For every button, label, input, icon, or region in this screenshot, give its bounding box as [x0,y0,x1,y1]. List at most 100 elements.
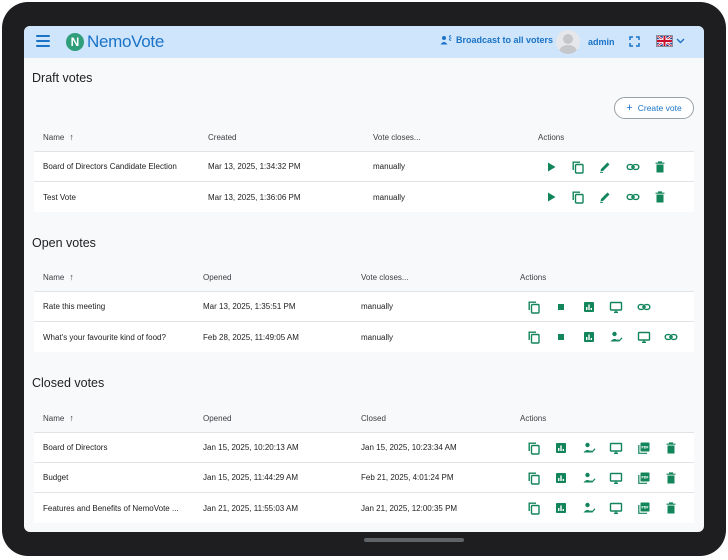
delete-icon[interactable] [653,160,667,174]
vote-closes: manually [361,332,394,342]
menu-icon[interactable] [36,35,50,49]
voter-check-icon[interactable] [582,441,596,455]
sort-arrow-up-icon[interactable]: ↑ [69,272,74,282]
vote-opened: Jan 21, 2025, 11:55:03 AM [203,503,299,513]
delete-icon[interactable] [664,501,678,515]
column-header-opened: Opened [203,413,232,423]
fullscreen-icon[interactable] [629,36,640,47]
link-icon[interactable] [664,330,678,344]
top-app-bar: N NemoVote Broadcast to all voters admin [24,26,704,58]
chevron-down-icon [676,38,685,44]
column-header-actions: Actions [520,413,547,423]
play-icon[interactable] [544,190,558,204]
copy-icon[interactable] [527,501,541,515]
table-row: Test Vote Mar 13, 2025, 1:36:06 PM manua… [34,182,694,212]
vote-closes: manually [373,192,406,202]
draft-votes-title: Draft votes [32,71,93,85]
uk-flag-icon [656,35,673,47]
column-header-actions: Actions [538,132,565,142]
vote-opened: Jan 15, 2025, 10:20:13 AM [203,443,299,452]
bar-chart-icon[interactable] [554,441,568,455]
link-icon[interactable] [626,160,640,174]
avatar[interactable] [556,30,580,54]
voter-check-icon[interactable] [609,330,623,344]
plus-icon: + [626,101,633,114]
vote-closes: manually [361,302,394,311]
monitor-icon[interactable] [609,300,623,314]
stop-icon[interactable] [554,300,568,314]
link-icon[interactable] [637,300,651,314]
column-header-created: Created [208,132,237,142]
copy-icon[interactable] [527,471,541,485]
closed-votes-table: Name ↑ Opened Closed Actions Board of Di… [34,404,694,523]
vote-name[interactable]: Test Vote [43,182,76,212]
app-logo[interactable]: N NemoVote [66,32,164,52]
copy-icon[interactable] [527,300,541,314]
user-name[interactable]: admin [588,37,615,47]
vote-name[interactable]: What's your favourite kind of food? [43,322,166,352]
column-header-closed: Closed [361,413,386,423]
column-header-closes: Vote closes... [361,272,409,282]
monitor-icon[interactable] [609,471,623,485]
logo-mark-icon: N [66,33,84,51]
monitor-icon[interactable] [609,441,623,455]
vote-name[interactable]: Rate this meeting [43,292,105,321]
vote-closed: Feb 21, 2025, 4:01:24 PM [361,473,454,482]
column-header-name[interactable]: Name ↑ [43,263,74,291]
table-row: Rate this meeting Mar 13, 2025, 1:35:51 … [34,292,694,322]
play-icon[interactable] [544,160,558,174]
table-row: Features and Benefits of NemoVote ... Ja… [34,493,694,523]
table-header-row: Name ↑ Created Vote closes... Actions [34,123,694,152]
column-name-label: Name [43,413,65,423]
pdf-icon[interactable]: PDF [637,471,651,485]
copy-icon[interactable] [571,190,585,204]
language-selector[interactable] [656,35,685,47]
column-header-opened: Opened [203,272,232,282]
vote-name[interactable]: Board of Directors [43,433,107,462]
column-header-name[interactable]: Name ↑ [43,123,74,151]
vote-name[interactable]: Features and Benefits of NemoVote ... [43,493,179,523]
svg-text:PDF: PDF [641,475,648,479]
logo-text: NemoVote [87,32,164,51]
link-icon[interactable] [626,190,640,204]
vote-closes: manually [373,162,406,171]
edit-icon[interactable] [598,190,612,204]
table-header-row: Name ↑ Opened Vote closes... Actions [34,263,694,292]
pdf-icon[interactable]: PDF [637,501,651,515]
open-votes-table: Name ↑ Opened Vote closes... Actions Rat… [34,263,694,352]
edit-icon[interactable] [598,160,612,174]
bar-chart-icon[interactable] [554,501,568,515]
vote-name[interactable]: Board of Directors Candidate Election [43,152,177,181]
vote-opened: Mar 13, 2025, 1:35:51 PM [203,302,296,311]
delete-icon[interactable] [664,441,678,455]
column-header-closes: Vote closes... [373,132,421,142]
column-header-name[interactable]: Name ↑ [43,404,74,432]
sort-arrow-up-icon[interactable]: ↑ [69,132,74,142]
table-header-row: Name ↑ Opened Closed Actions [34,404,694,433]
copy-icon[interactable] [527,441,541,455]
svg-text:PDF: PDF [641,505,648,509]
bar-chart-icon[interactable] [582,330,596,344]
vote-name[interactable]: Budget [43,463,68,492]
stop-icon[interactable] [554,330,568,344]
voter-check-icon[interactable] [582,471,596,485]
open-votes-title: Open votes [32,236,96,250]
pdf-icon[interactable]: PDF [637,441,651,455]
create-vote-button[interactable]: + Create vote [614,97,694,119]
voter-check-icon[interactable] [582,501,596,515]
delete-icon[interactable] [664,471,678,485]
column-name-label: Name [43,272,65,282]
vote-closed: Jan 15, 2025, 10:23:34 AM [361,443,457,452]
monitor-icon[interactable] [637,330,651,344]
vote-opened: Feb 28, 2025, 11:49:05 AM [203,332,299,342]
sort-arrow-up-icon[interactable]: ↑ [69,413,74,423]
delete-icon[interactable] [653,190,667,204]
copy-icon[interactable] [527,330,541,344]
broadcast-icon [440,35,452,45]
bar-chart-icon[interactable] [582,300,596,314]
monitor-icon[interactable] [609,501,623,515]
copy-icon[interactable] [571,160,585,174]
bar-chart-icon[interactable] [554,471,568,485]
table-row: What's your favourite kind of food? Feb … [34,322,694,352]
broadcast-button[interactable]: Broadcast to all voters [440,35,553,45]
